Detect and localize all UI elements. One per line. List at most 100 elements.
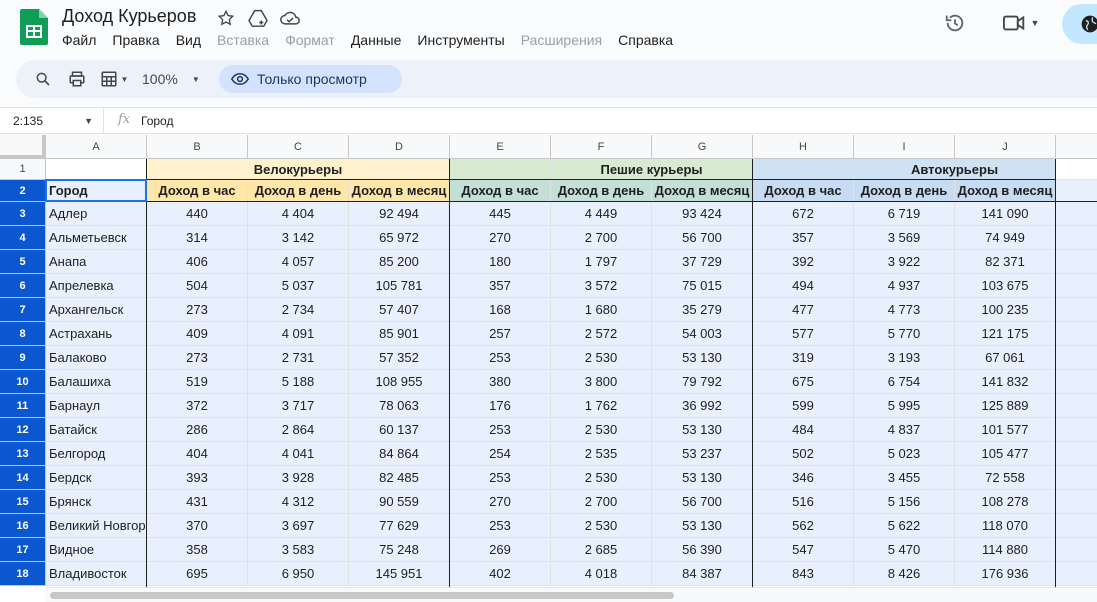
group-header-auto[interactable]: Автокурьеры — [854, 159, 1056, 180]
value-cell[interactable]: 105 477 — [955, 442, 1056, 466]
value-cell[interactable]: 36 992 — [652, 394, 753, 418]
value-cell[interactable]: 3 928 — [248, 466, 349, 490]
cell-h1[interactable] — [753, 159, 854, 180]
row-header[interactable]: 3 — [0, 202, 46, 226]
value-cell[interactable]: 270 — [450, 226, 551, 250]
value-cell[interactable]: 5 188 — [248, 370, 349, 394]
value-cell[interactable]: 56 700 — [652, 226, 753, 250]
value-cell[interactable]: 79 792 — [652, 370, 753, 394]
empty-cell[interactable] — [1056, 298, 1097, 322]
row-header[interactable]: 2 — [0, 180, 46, 202]
value-cell[interactable]: 108 955 — [349, 370, 450, 394]
value-cell[interactable]: 5 995 — [854, 394, 955, 418]
value-cell[interactable]: 404 — [147, 442, 248, 466]
value-cell[interactable]: 440 — [147, 202, 248, 226]
formula-content[interactable]: Город — [141, 108, 173, 134]
column-header-g[interactable]: G — [652, 135, 753, 159]
empty-cell[interactable] — [1056, 250, 1097, 274]
value-cell[interactable]: 84 864 — [349, 442, 450, 466]
value-cell[interactable]: 358 — [147, 538, 248, 562]
city-cell[interactable]: Великий Новгород — [46, 514, 147, 538]
value-cell[interactable]: 101 577 — [955, 418, 1056, 442]
value-cell[interactable]: 5 470 — [854, 538, 955, 562]
empty-cell[interactable] — [1056, 514, 1097, 538]
value-cell[interactable]: 3 569 — [854, 226, 955, 250]
empty-cell[interactable] — [1056, 180, 1097, 202]
value-cell[interactable]: 519 — [147, 370, 248, 394]
header-per-day[interactable]: Доход в день — [551, 180, 652, 202]
move-to-drive-icon[interactable] — [248, 8, 268, 28]
search-menus-icon[interactable] — [32, 67, 54, 91]
value-cell[interactable]: 82 485 — [349, 466, 450, 490]
value-cell[interactable]: 114 880 — [955, 538, 1056, 562]
value-cell[interactable]: 2 530 — [551, 418, 652, 442]
value-cell[interactable]: 90 559 — [349, 490, 450, 514]
header-per-month[interactable]: Доход в месяц — [652, 180, 753, 202]
value-cell[interactable]: 402 — [450, 562, 551, 586]
value-cell[interactable]: 3 922 — [854, 250, 955, 274]
value-cell[interactable]: 1 680 — [551, 298, 652, 322]
value-cell[interactable]: 2 731 — [248, 346, 349, 370]
value-cell[interactable]: 3 583 — [248, 538, 349, 562]
value-cell[interactable]: 672 — [753, 202, 854, 226]
value-cell[interactable]: 314 — [147, 226, 248, 250]
city-cell[interactable]: Астрахань — [46, 322, 147, 346]
value-cell[interactable]: 93 424 — [652, 202, 753, 226]
value-cell[interactable]: 54 003 — [652, 322, 753, 346]
row-header[interactable]: 7 — [0, 298, 46, 322]
city-cell[interactable]: Анапа — [46, 250, 147, 274]
row-header[interactable]: 6 — [0, 274, 46, 298]
value-cell[interactable]: 3 142 — [248, 226, 349, 250]
value-cell[interactable]: 53 130 — [652, 418, 753, 442]
value-cell[interactable]: 5 622 — [854, 514, 955, 538]
value-cell[interactable]: 2 700 — [551, 490, 652, 514]
city-cell[interactable]: Бердск — [46, 466, 147, 490]
value-cell[interactable]: 372 — [147, 394, 248, 418]
cell-a1[interactable] — [46, 159, 147, 180]
value-cell[interactable]: 4 041 — [248, 442, 349, 466]
value-cell[interactable]: 1 797 — [551, 250, 652, 274]
value-cell[interactable]: 145 951 — [349, 562, 450, 586]
value-cell[interactable]: 2 530 — [551, 346, 652, 370]
value-cell[interactable]: 53 130 — [652, 466, 753, 490]
city-cell[interactable]: Балашиха — [46, 370, 147, 394]
value-cell[interactable]: 319 — [753, 346, 854, 370]
value-cell[interactable]: 357 — [450, 274, 551, 298]
city-cell[interactable]: Видное — [46, 538, 147, 562]
value-cell[interactable]: 3 572 — [551, 274, 652, 298]
row-header[interactable]: 4 — [0, 226, 46, 250]
value-cell[interactable]: 4 057 — [248, 250, 349, 274]
value-cell[interactable]: 2 734 — [248, 298, 349, 322]
value-cell[interactable]: 269 — [450, 538, 551, 562]
value-cell[interactable]: 1 762 — [551, 394, 652, 418]
city-cell[interactable]: Брянск — [46, 490, 147, 514]
value-cell[interactable]: 346 — [753, 466, 854, 490]
value-cell[interactable]: 5 156 — [854, 490, 955, 514]
value-cell[interactable]: 4 449 — [551, 202, 652, 226]
value-cell[interactable]: 577 — [753, 322, 854, 346]
cell-e1[interactable] — [450, 159, 551, 180]
value-cell[interactable]: 5 037 — [248, 274, 349, 298]
horizontal-scrollbar[interactable] — [46, 587, 1097, 602]
value-cell[interactable]: 57 407 — [349, 298, 450, 322]
menu-edit[interactable]: Правка — [104, 30, 167, 50]
value-cell[interactable]: 74 949 — [955, 226, 1056, 250]
empty-cell[interactable] — [1056, 490, 1097, 514]
city-cell[interactable]: Альметьевск — [46, 226, 147, 250]
value-cell[interactable]: 406 — [147, 250, 248, 274]
version-history-icon[interactable] — [942, 8, 968, 38]
value-cell[interactable]: 4 091 — [248, 322, 349, 346]
value-cell[interactable]: 168 — [450, 298, 551, 322]
empty-cell[interactable] — [1056, 466, 1097, 490]
group-header-bike[interactable]: Велокурьеры — [147, 159, 450, 180]
value-cell[interactable]: 4 937 — [854, 274, 955, 298]
document-title[interactable]: Доход Курьеров — [62, 6, 196, 27]
empty-cell[interactable] — [1056, 370, 1097, 394]
value-cell[interactable]: 180 — [450, 250, 551, 274]
header-per-day[interactable]: Доход в день — [854, 180, 955, 202]
value-cell[interactable]: 100 235 — [955, 298, 1056, 322]
value-cell[interactable]: 118 070 — [955, 514, 1056, 538]
header-per-hour[interactable]: Доход в час — [147, 180, 248, 202]
city-cell[interactable]: Белгород — [46, 442, 147, 466]
value-cell[interactable]: 67 061 — [955, 346, 1056, 370]
